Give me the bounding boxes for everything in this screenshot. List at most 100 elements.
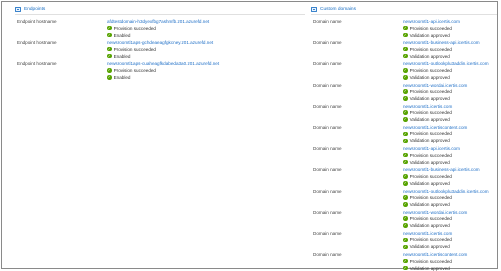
status-item: ✓ Provision succeeded — [107, 25, 209, 31]
domain-row-label: Domain name — [313, 103, 342, 109]
check-circle-icon: ✓ — [403, 174, 408, 179]
custom-domains-list: Domain name newsroomtl1-api.icertis.com ✓ P… — [311, 15, 497, 271]
check-circle-icon: ✓ — [403, 152, 408, 158]
domain-row-value: newsroomtl1-outlookplu3addin.icertis.com… — [403, 189, 489, 208]
status-text: Provision succeeded — [409, 131, 452, 137]
check-circle-icon: ✓ — [403, 25, 408, 31]
endpoints-header: Endpoints — [15, 6, 305, 15]
domain-row-link[interactable]: newsroomtl1.icertiscontent.com — [403, 252, 467, 257]
endpoints-section: Endpoints Endpoint hostname afdtestdomain… — [15, 6, 305, 80]
check-circle-icon: ✓ — [107, 25, 112, 31]
check-circle-icon: ✓ — [403, 110, 408, 116]
domain-row-label: Domain name — [313, 209, 342, 215]
endpoint-row-link[interactable]: newsroomtl1aps-cuaheagfkdabeda3a0.z01.az… — [107, 61, 219, 66]
custom-domains-section: Custom domains Domain name newsroomtl1-ap… — [311, 6, 497, 271]
check-circle-icon: ✓ — [107, 46, 112, 52]
domain-row-link[interactable]: newsroomtl1.icertis.com — [403, 104, 452, 109]
endpoint-row-link[interactable]: newsroomtl1aps-gchdeaeagfgkcney.z01.azur… — [107, 40, 213, 45]
domain-row-value: newsroomtl1-wordai.icertis.com ✓ Provision… — [403, 210, 467, 229]
domain-row-link[interactable]: newsroomtl1-outlookplu3addin.icertis.com — [403, 189, 489, 194]
domain-row-value: newsroomtl1.icertis.com ✓ Provision succee… — [403, 231, 452, 250]
status-item: ✓ Provision succeeded — [403, 67, 489, 73]
status-item: ✓ Provision succeeded — [403, 258, 467, 264]
status-item: ✓ Provision succeeded — [403, 25, 460, 31]
status-item: ✓ Validation approved — [403, 265, 467, 271]
endpoint-row-label: Endpoint hostname — [17, 40, 57, 46]
domain-row-label: Domain name — [313, 82, 342, 88]
custom-domains-header: Custom domains — [311, 6, 497, 15]
status-text: Provision succeeded — [409, 25, 452, 31]
endpoint-row-label: Endpoint hostname — [17, 61, 57, 67]
status-text: Provision succeeded — [409, 195, 452, 200]
status-text: Enabled — [113, 74, 131, 80]
domain-row-label: Domain name — [313, 19, 342, 24]
domain-row-label: Domain name — [313, 146, 342, 152]
status-text: Provision succeeded — [113, 25, 156, 31]
domain-row-link[interactable]: newsroomtl1-business-api.icertis.com — [403, 40, 480, 45]
domain-row-link[interactable]: newsroomtl1-outlookplu3addin.icertis.com — [403, 61, 489, 66]
endpoint-row: Endpoint hostname newsroomtl1aps-cuaheagf… — [15, 57, 305, 80]
domain-row: Domain name newsroomtl1.icertiscontent.co… — [311, 121, 497, 144]
endpoint-row-value: newsroomtl1aps-gchdeaeagfgkcney.z01.azur… — [107, 40, 213, 59]
domain-row: Domain name newsroomtl1-business-api.icer… — [311, 163, 497, 186]
check-circle-icon: ✓ — [403, 68, 408, 73]
domain-row: Domain name newsroomtl1-wordai.icertis.co… — [311, 206, 497, 229]
domain-row-value: newsroomtl1-api.icertis.com ✓ Provision su… — [403, 146, 460, 165]
domain-row-value: newsroomtl1.icertis.com ✓ Provision succee… — [403, 104, 452, 123]
domain-row-link[interactable]: newsroomtl1-api.icertis.com — [403, 19, 460, 24]
endpoint-row-label: Endpoint hostname — [17, 19, 57, 24]
status-item: ✓ Provision succeeded — [403, 216, 467, 222]
domain-row: Domain name newsroomtl1-business-api.icer… — [311, 36, 497, 59]
domain-row-label: Domain name — [313, 124, 342, 130]
status-item: ✓ Provision succeeded — [403, 152, 460, 158]
domain-row-link[interactable]: newsroomtl1-wordai.icertis.com — [403, 210, 467, 215]
endpoint-row-link[interactable]: afdtestdomain-h3dyexfbg7ashmfb.z01.azure… — [107, 19, 209, 24]
check-circle-icon: ✓ — [107, 75, 112, 80]
server-icon — [311, 7, 317, 12]
domain-row-label: Domain name — [313, 40, 342, 46]
status-item: ✓ Provision succeeded — [403, 110, 452, 116]
status-text: Validation approved — [409, 265, 450, 271]
domain-row: Domain name newsroomtl1-api.icertis.com ✓ P… — [311, 142, 497, 165]
domain-row-link[interactable]: newsroomtl1.icertiscontent.com — [403, 125, 467, 130]
domain-row-value: newsroomtl1-business-api.icertis.com ✓ Pro… — [403, 40, 480, 59]
check-circle-icon: ✓ — [403, 89, 408, 94]
status-item: ✓ Provision succeeded — [403, 195, 489, 201]
domain-row: Domain name newsroomtl1.icertis.com ✓ Provi… — [311, 227, 497, 250]
status-text: Provision succeeded — [409, 237, 452, 243]
domain-row-link[interactable]: newsroomtl1.icertis.com — [403, 231, 452, 236]
domain-row-label: Domain name — [313, 252, 342, 258]
domain-row-link[interactable]: newsroomtl1-business-api.icertis.com — [403, 167, 480, 172]
domain-row-value: newsroomtl1-business-api.icertis.com ✓ Pro… — [403, 167, 480, 186]
endpoint-row: Endpoint hostname newsroomtl1aps-gchdeaea… — [15, 36, 305, 59]
domain-row-link[interactable]: newsroomtl1-wordai.icertis.com — [403, 83, 467, 88]
server-icon — [15, 7, 21, 12]
endpoints-list: Endpoint hostname afdtestdomain-h3dyexfbg… — [15, 15, 305, 80]
check-circle-icon: ✓ — [403, 216, 408, 221]
status-item: ✓ Provision succeeded — [403, 89, 467, 95]
check-circle-icon: ✓ — [403, 237, 408, 243]
domain-row-value: newsroomtl1-api.icertis.com ✓ Provision su… — [403, 19, 460, 38]
status-item: ✓ Provision succeeded — [403, 237, 452, 243]
endpoint-row-value: newsroomtl1aps-cuaheagfkdabeda3a0.z01.az… — [107, 61, 219, 80]
status-item: ✓ Provision succeeded — [107, 67, 219, 73]
domain-row-label: Domain name — [313, 61, 342, 67]
status-text: Provision succeeded — [409, 173, 452, 179]
status-text: Provision succeeded — [409, 67, 452, 73]
domain-row-value: newsroomtl1-wordai.icertis.com ✓ Provision… — [403, 83, 467, 102]
custom-domains-title: Custom domains — [320, 7, 356, 12]
resource-details-panel: Endpoints Endpoint hostname afdtestdomain… — [1, 1, 498, 271]
status-item: ✓ Provision succeeded — [403, 131, 467, 137]
endpoint-row-value: afdtestdomain-h3dyexfbg7ashmfb.z01.azure… — [107, 19, 209, 38]
status-text: Provision succeeded — [409, 89, 452, 95]
domain-row-value: newsroomtl1.icertiscontent.com ✓ Provision… — [403, 125, 467, 144]
domain-row-label: Domain name — [313, 230, 342, 236]
check-circle-icon: ✓ — [403, 265, 408, 271]
domain-row-link[interactable]: newsroomtl1-api.icertis.com — [403, 146, 460, 151]
domain-row: Domain name newsroomtl1-outlookplu3addin.… — [311, 57, 497, 80]
status-item: ✓ Provision succeeded — [403, 173, 480, 179]
status-item: ✓ Enabled — [107, 74, 219, 80]
domain-row-value: newsroomtl1-outlookplu3addin.icertis.com… — [403, 61, 489, 80]
domain-row: Domain name newsroomtl1-outlookplu3addin.… — [311, 185, 497, 208]
endpoints-title: Endpoints — [24, 7, 46, 12]
